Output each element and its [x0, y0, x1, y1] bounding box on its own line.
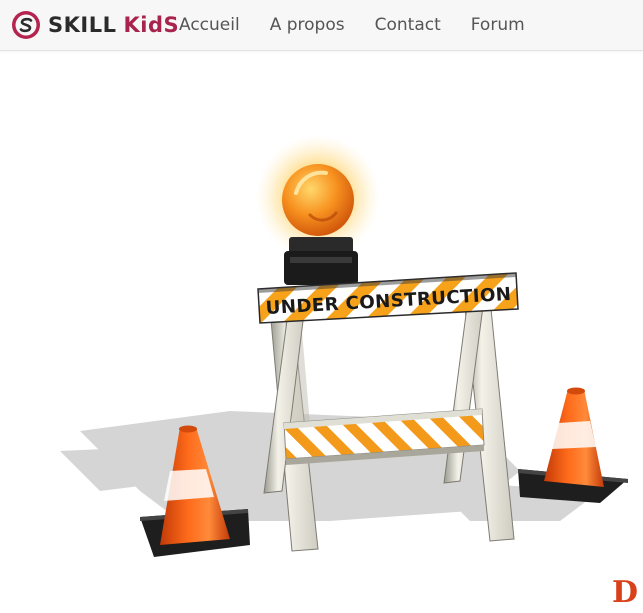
under-construction-hero: UNDER CONSTRUCTION D [0, 51, 643, 611]
brand-home-link[interactable]: SKILL KidS [10, 8, 179, 42]
nav-item-forum: Forum [471, 0, 525, 50]
circle-s-logo-icon [12, 11, 40, 39]
traffic-cone-icon-right [518, 387, 628, 503]
main-nav: Accueil A propos Contact Forum [179, 0, 525, 50]
nav-link-contact[interactable]: Contact [375, 15, 441, 35]
nav-link-forum[interactable]: Forum [471, 15, 525, 35]
nav-link-a-propos[interactable]: A propos [270, 15, 345, 35]
nav-item-accueil: Accueil [179, 0, 240, 50]
warning-light-icon [256, 135, 380, 285]
nav-link-accueil[interactable]: Accueil [179, 15, 240, 35]
navbar: SKILL KidS Accueil A propos Contact Foru… [0, 0, 643, 51]
under-construction-illustration: UNDER CONSTRUCTION [60, 135, 628, 557]
nav-item-a-propos: A propos [270, 0, 345, 50]
nav-item-contact: Contact [375, 0, 441, 50]
partial-heading: D [612, 575, 639, 610]
brand-name-part1: SKILL [48, 13, 117, 37]
brand-name-part2: KidS [123, 13, 180, 37]
